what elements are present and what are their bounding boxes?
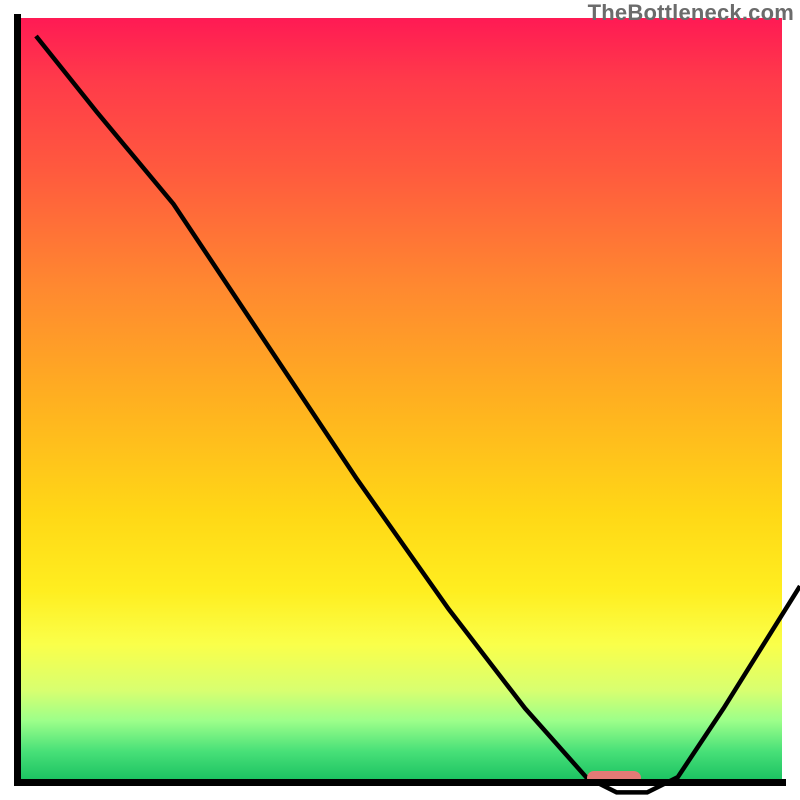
trough-marker	[587, 771, 640, 785]
curve-path	[36, 36, 800, 792]
watermark-text: TheBottleneck.com	[588, 0, 794, 26]
plot-area	[18, 18, 782, 782]
chart-container: TheBottleneck.com	[0, 0, 800, 800]
line-series	[36, 36, 800, 800]
